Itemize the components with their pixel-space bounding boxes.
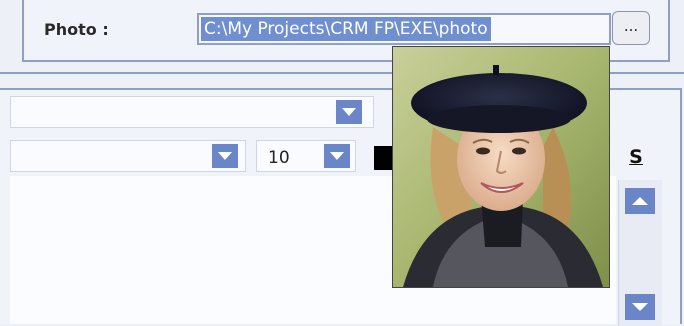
- photo-label: Photo :: [44, 20, 109, 39]
- photo-path-input[interactable]: C:\My Projects\CRM FP\EXE\photo: [197, 13, 611, 45]
- chevron-down-icon[interactable]: [336, 100, 362, 124]
- font-size-value: 10: [268, 148, 290, 168]
- portrait-image: [393, 47, 609, 287]
- arrow-down-icon[interactable]: [625, 294, 655, 320]
- vertical-scrollbar[interactable]: [618, 180, 662, 326]
- chevron-down-icon[interactable]: [324, 144, 350, 168]
- photo-preview: [392, 46, 610, 288]
- style-combo[interactable]: [10, 96, 374, 128]
- arrow-up-icon[interactable]: [625, 188, 655, 214]
- browse-button[interactable]: ...: [612, 11, 650, 45]
- photo-path-text[interactable]: C:\My Projects\CRM FP\EXE\photo: [201, 17, 491, 41]
- underline-button[interactable]: S: [616, 141, 656, 173]
- chevron-down-icon[interactable]: [212, 144, 238, 168]
- font-family-combo[interactable]: [10, 140, 246, 172]
